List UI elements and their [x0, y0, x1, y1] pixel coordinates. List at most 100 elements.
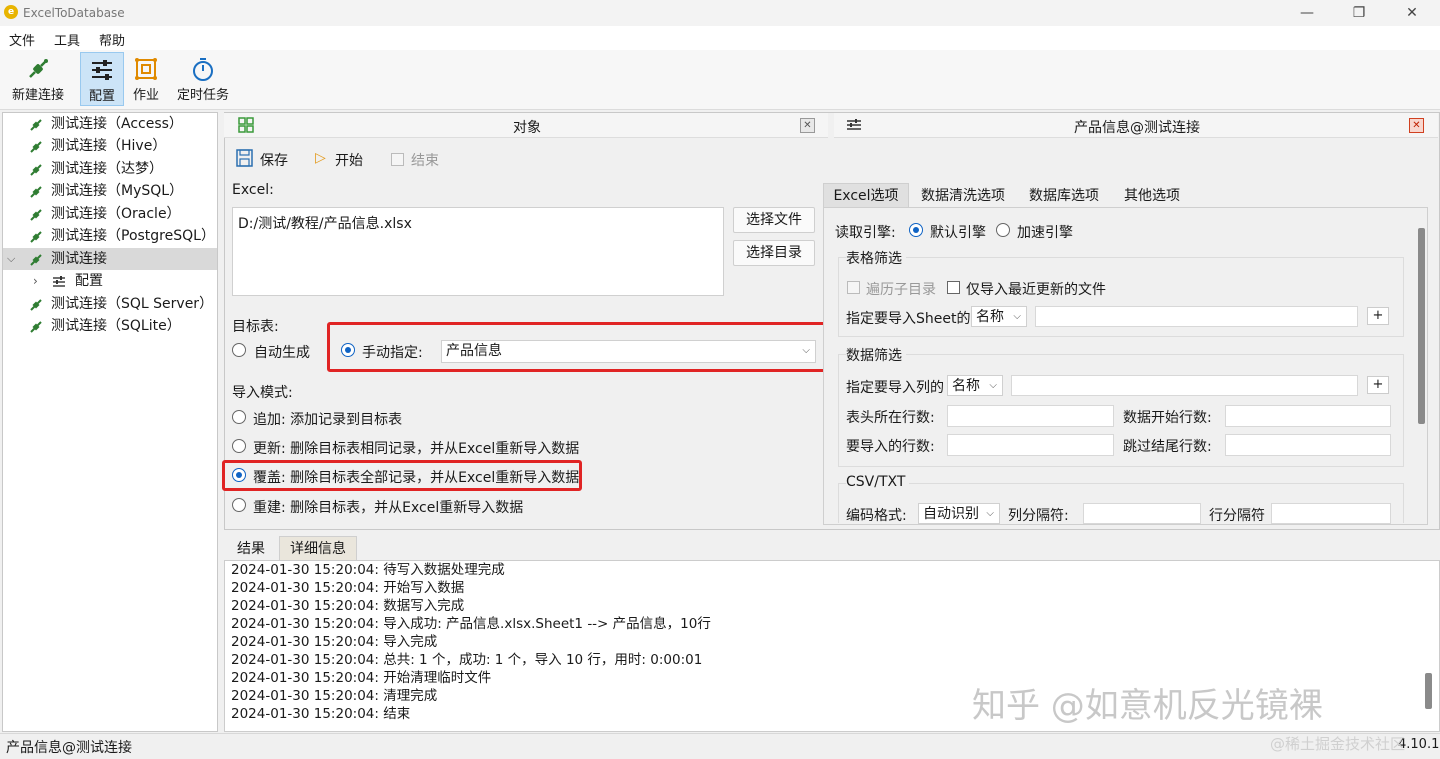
- only-latest-checkbox[interactable]: [947, 281, 960, 294]
- new-connection-button[interactable]: 新建连接: [6, 52, 70, 106]
- tab-details[interactable]: 详细信息: [279, 536, 357, 560]
- tab-excel-options[interactable]: Excel选项: [823, 183, 909, 207]
- col-spec-select[interactable]: 名称 ⌵: [947, 375, 1003, 396]
- traverse-subdir-checkbox: [847, 281, 860, 294]
- config-button[interactable]: 配置: [80, 52, 124, 106]
- chevron-down-icon: ⌵: [986, 508, 994, 519]
- app-logo-icon: e: [4, 5, 18, 19]
- close-icon[interactable]: ✕: [1409, 118, 1424, 133]
- sheet-spec-input[interactable]: [1035, 306, 1358, 327]
- data-start-row-input[interactable]: [1225, 405, 1391, 427]
- menu-help[interactable]: 帮助: [99, 30, 125, 49]
- tree-item-label: 测试连接（SQL Server）: [51, 296, 214, 312]
- mode-rebuild-radio[interactable]: [232, 498, 246, 512]
- choose-dir-button[interactable]: 选择目录: [733, 240, 815, 266]
- encoding-select[interactable]: 自动识别 ⌵: [918, 503, 1000, 524]
- encoding-label: 编码格式:: [846, 508, 907, 524]
- plug-icon: [30, 254, 42, 266]
- sliders-icon: [847, 119, 861, 130]
- mode-append-radio[interactable]: [232, 410, 246, 424]
- import-mode-label: 导入模式:: [232, 385, 293, 401]
- tree-item-label: 测试连接（Access）: [51, 116, 183, 132]
- tree-item-label: 测试连接（Hive）: [51, 138, 167, 154]
- excel-path-input[interactable]: D:/测试/教程/产品信息.xlsx: [232, 207, 724, 296]
- auto-generate-radio[interactable]: [232, 343, 246, 357]
- scrollbar-thumb[interactable]: [1425, 673, 1432, 709]
- maximize-button[interactable]: ❐: [1342, 2, 1376, 24]
- menu-file[interactable]: 文件: [9, 30, 35, 49]
- log-line: 2024-01-30 15:20:04: 导入完成: [231, 634, 438, 650]
- start-button[interactable]: 开始: [335, 150, 363, 170]
- header-row-input[interactable]: [947, 405, 1114, 427]
- toolbar: 新建连接 配置 作业 定时任务: [0, 50, 1440, 110]
- add-column-button[interactable]: +: [1367, 376, 1389, 394]
- end-checkbox: [391, 153, 404, 166]
- col-sep-input[interactable]: [1083, 503, 1201, 524]
- tree-item-label: 测试连接（SQLite）: [51, 318, 181, 334]
- tree-item-oracle[interactable]: 测试连接（Oracle）: [3, 203, 217, 225]
- scheduled-task-button[interactable]: 定时任务: [172, 52, 234, 106]
- tree-item-mysql[interactable]: 测试连接（MySQL）: [3, 180, 217, 202]
- sliders-icon: [92, 60, 112, 80]
- chevron-down-icon[interactable]: ⌵: [7, 248, 15, 270]
- auto-generate-label: 自动生成: [254, 345, 310, 361]
- product-panel-header: 产品信息@测试连接 ✕: [834, 113, 1438, 138]
- plug-icon: [30, 321, 42, 333]
- log-line: 2024-01-30 15:20:04: 总共: 1 个，成功: 1 个，导入 …: [231, 652, 703, 668]
- tree-item-dameng[interactable]: 测试连接（达梦）: [3, 158, 217, 180]
- rows-to-import-label: 要导入的行数:: [846, 439, 935, 455]
- status-bar: 产品信息@测试连接 4.10.1: [0, 733, 1440, 759]
- sheet-spec-select[interactable]: 名称 ⌵: [971, 306, 1027, 327]
- close-icon[interactable]: ✕: [800, 118, 815, 133]
- excel-path-text: D:/测试/教程/产品信息.xlsx: [238, 216, 412, 232]
- end-button: 结束: [411, 153, 439, 169]
- skip-end-rows-label: 跳过结尾行数:: [1123, 439, 1212, 455]
- tree-item-hive[interactable]: 测试连接（Hive）: [3, 135, 217, 157]
- col-spec-label: 指定要导入列的: [846, 380, 944, 396]
- tab-other-options[interactable]: 其他选项: [1114, 184, 1190, 208]
- traverse-subdir-label: 遍历子目录: [866, 282, 936, 298]
- csv-label: CSV/TXT: [846, 474, 910, 490]
- rows-to-import-input[interactable]: [947, 434, 1114, 456]
- tree-item-postgresql[interactable]: 测试连接（PostgreSQL）: [3, 225, 217, 247]
- tree-item-access[interactable]: 测试连接（Access）: [3, 113, 217, 135]
- tab-data-cleaning[interactable]: 数据清洗选项: [912, 184, 1014, 208]
- tree-item-test-connection[interactable]: ⌵ 测试连接: [3, 248, 217, 270]
- tab-database-options[interactable]: 数据库选项: [1018, 184, 1110, 208]
- add-sheet-button[interactable]: +: [1367, 307, 1389, 325]
- mode-update-radio[interactable]: [232, 439, 246, 453]
- save-button[interactable]: 保存: [260, 150, 288, 170]
- tree-item-config[interactable]: › 配置: [3, 270, 217, 292]
- tree-item-sqlserver[interactable]: 测试连接（SQL Server）: [3, 293, 217, 315]
- skip-end-rows-input[interactable]: [1225, 434, 1391, 456]
- engine-fast-radio[interactable]: [996, 223, 1010, 237]
- mode-append-label: 追加: 添加记录到目标表: [253, 412, 403, 428]
- engine-default-radio[interactable]: [909, 223, 923, 237]
- job-button[interactable]: 作业: [128, 52, 164, 106]
- chevron-right-icon[interactable]: ›: [33, 270, 38, 292]
- options-scrollbar[interactable]: [1416, 208, 1427, 524]
- log-scrollbar[interactable]: [1419, 561, 1437, 731]
- col-spec-value: 名称: [952, 378, 980, 394]
- tree-item-sqlite[interactable]: 测试连接（SQLite）: [3, 315, 217, 337]
- col-spec-input[interactable]: [1011, 375, 1358, 396]
- status-text: 产品信息@测试连接: [6, 740, 132, 756]
- encoding-value: 自动识别: [923, 506, 979, 522]
- menu-tools[interactable]: 工具: [54, 30, 80, 49]
- log-line: 2024-01-30 15:20:04: 清理完成: [231, 688, 438, 704]
- window-title: ExcelToDatabase: [23, 6, 125, 20]
- scrollbar-thumb[interactable]: [1418, 228, 1425, 424]
- close-window-button[interactable]: ✕: [1395, 2, 1429, 24]
- timer-icon: [193, 58, 213, 81]
- log-line: 2024-01-30 15:20:04: 开始清理临时文件: [231, 670, 492, 686]
- plug-icon: [30, 186, 42, 198]
- mode-update-label: 更新: 删除目标表相同记录，并从Excel重新导入数据: [253, 441, 580, 457]
- minimize-button[interactable]: —: [1290, 2, 1324, 24]
- row-sep-input[interactable]: [1271, 503, 1391, 524]
- log-line: 2024-01-30 15:20:04: 开始写入数据: [231, 580, 465, 596]
- connection-tree: 测试连接（Access） 测试连接（Hive） 测试连接（达梦） 测试连接（My…: [2, 112, 218, 732]
- choose-file-button[interactable]: 选择文件: [733, 207, 815, 233]
- plug-icon: [30, 119, 42, 131]
- object-panel-header: 对象 ✕: [224, 113, 828, 138]
- tab-result[interactable]: 结果: [228, 537, 274, 561]
